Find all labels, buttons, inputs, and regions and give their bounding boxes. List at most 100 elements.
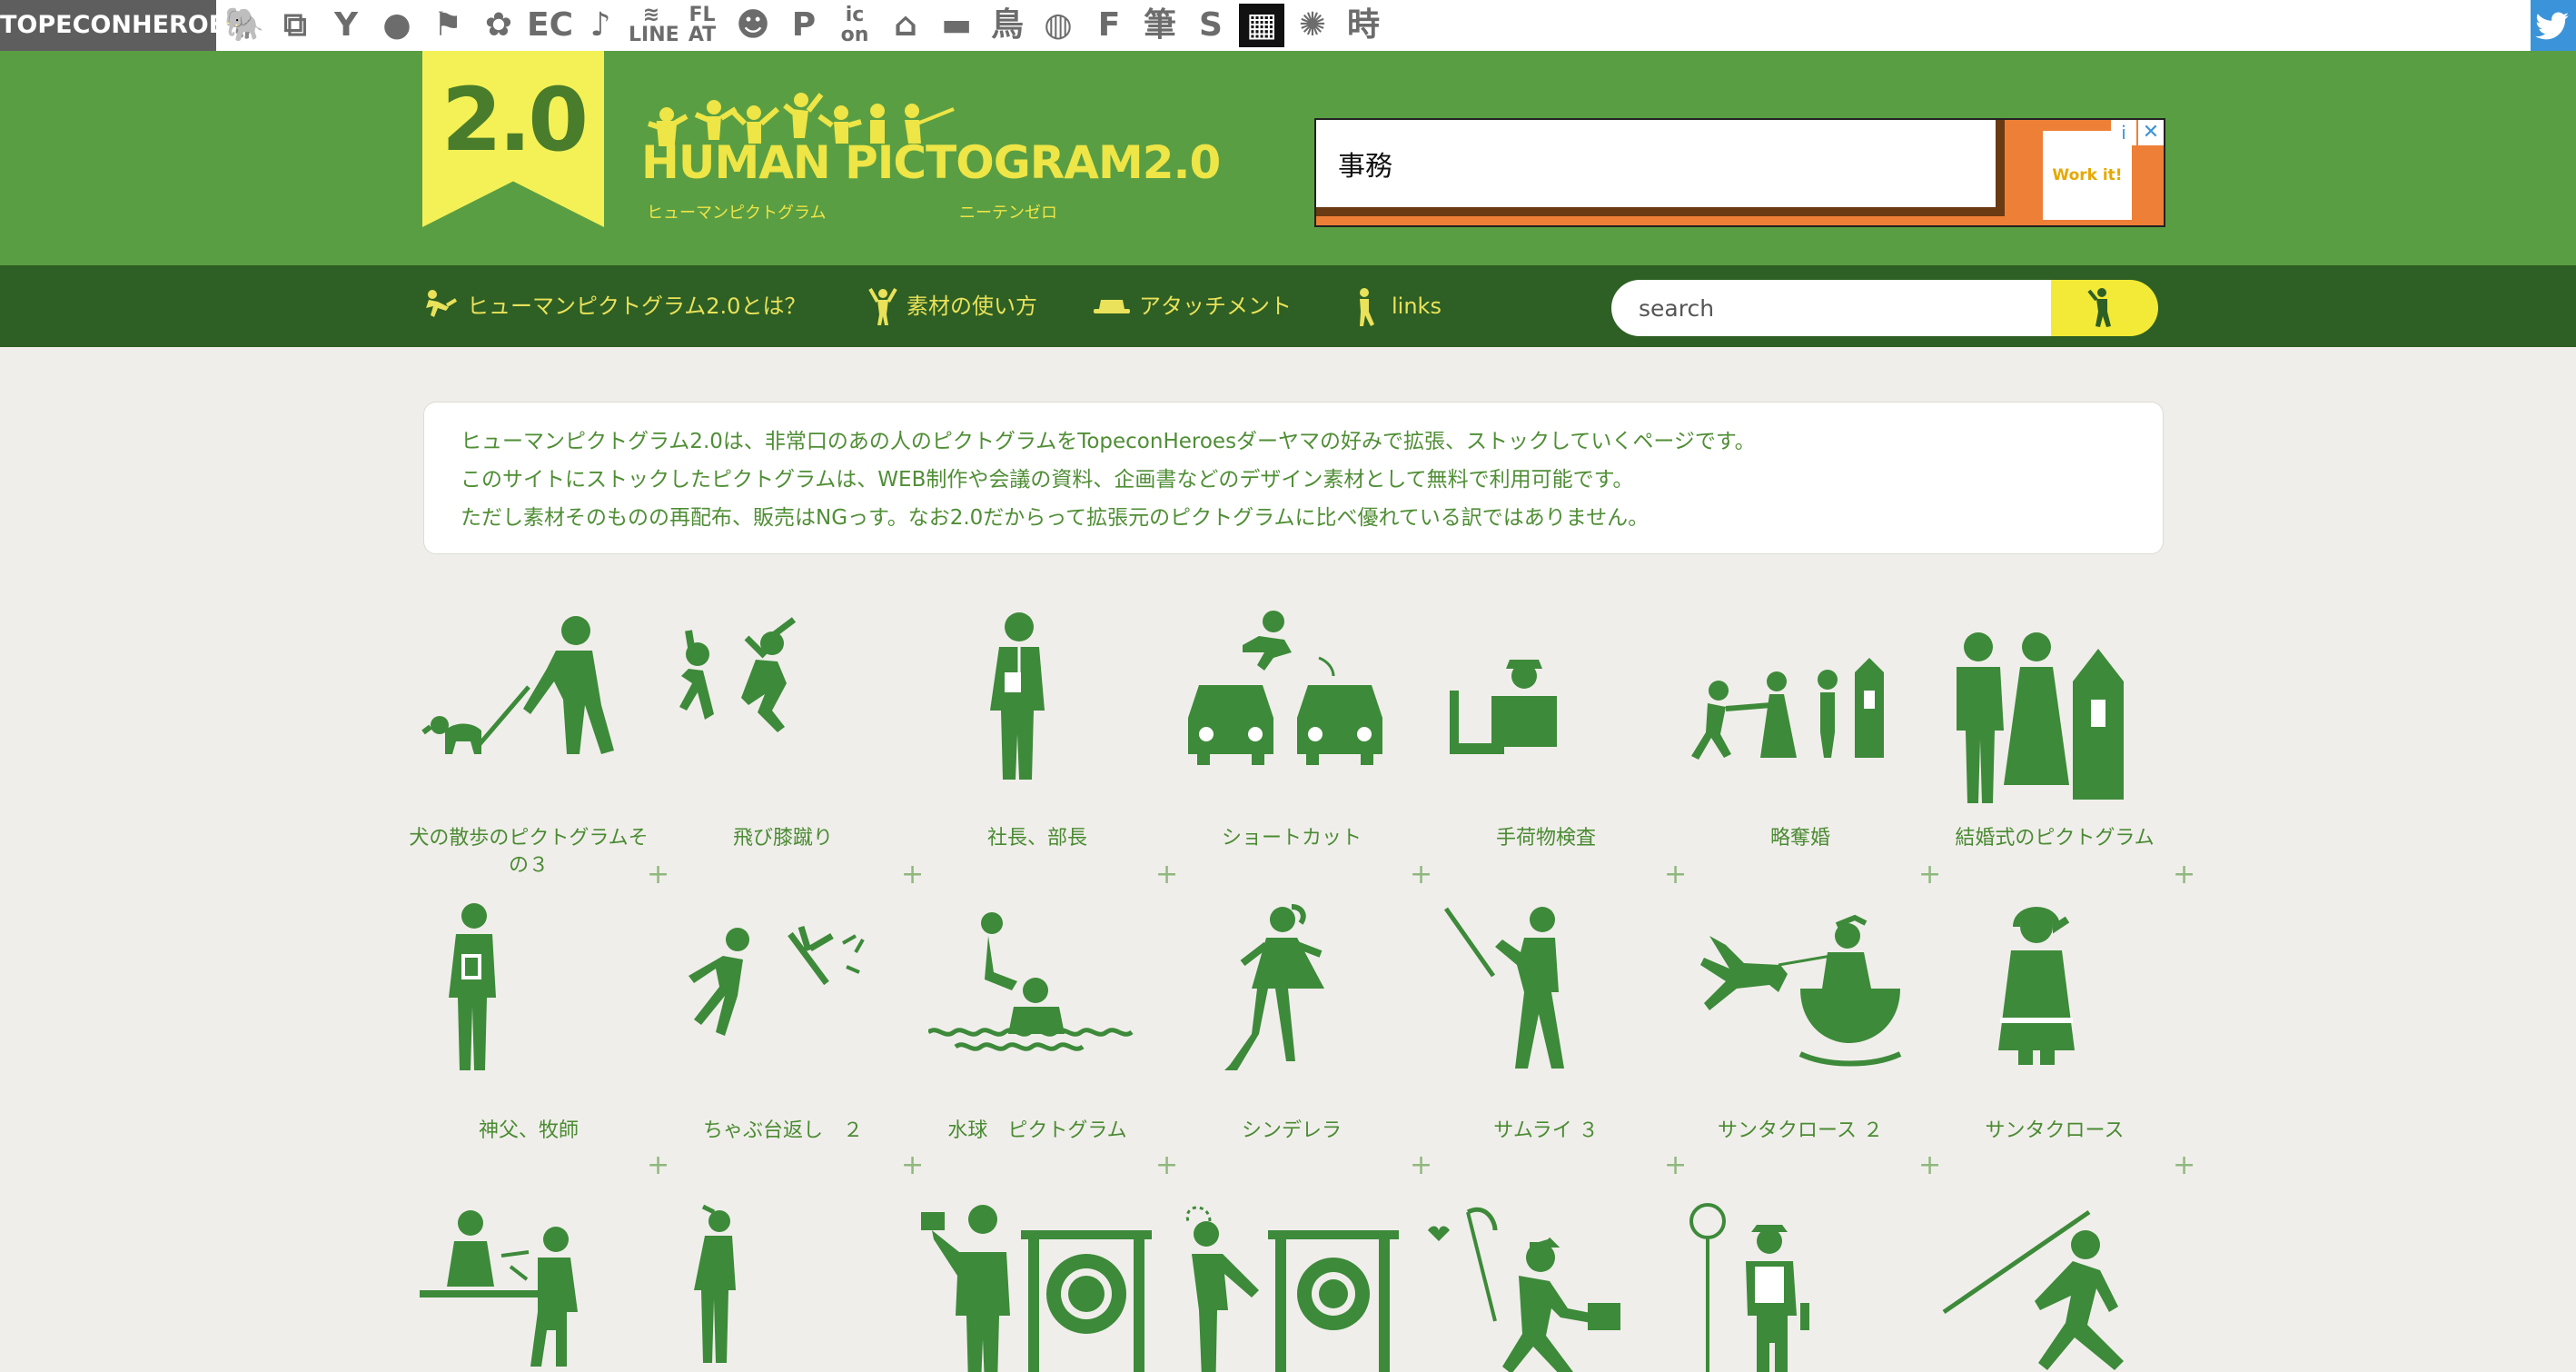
pictogram-card[interactable]: [919, 1203, 1155, 1372]
music-note-icon[interactable]: ♪: [578, 4, 623, 47]
pictogram-card[interactable]: シンデレラ: [1174, 900, 1410, 1181]
s-icon[interactable]: S: [1188, 4, 1234, 47]
pictogram-caption[interactable]: 水球 ピクトグラム: [910, 1118, 1164, 1145]
ad-info-icon[interactable]: i: [2111, 120, 2136, 145]
pictogram-caption[interactable]: 神父、牧師: [401, 1118, 656, 1145]
pictogram-card[interactable]: 飛び膝蹴り: [665, 609, 901, 889]
speech-bubble-icon[interactable]: ●: [374, 4, 420, 47]
pictogram-image[interactable]: [1437, 609, 1655, 809]
pictogram-caption[interactable]: 結婚式のピクトグラム: [1927, 825, 2182, 852]
intro-line: ただし素材そのものの再配布、販売はNGっす。なお2.0だからって拡張元のピクトグ…: [461, 506, 1650, 530]
pictogram-image[interactable]: [411, 1203, 647, 1372]
add-icon[interactable]: +: [2173, 1152, 2195, 1179]
time-kanji-icon[interactable]: 時: [1341, 4, 1386, 47]
pictogram-caption[interactable]: 飛び膝蹴り: [656, 825, 910, 852]
pictogram-card[interactable]: 手荷物検査: [1428, 609, 1664, 889]
pictogram-image[interactable]: [1183, 609, 1401, 809]
pictogram-image[interactable]: [1946, 609, 2164, 809]
pictogram-image[interactable]: [420, 900, 638, 1099]
pictogram-image[interactable]: [919, 1203, 1155, 1372]
pictogram-card[interactable]: [665, 1203, 901, 1372]
pictogram-card[interactable]: 結婚式のピクトグラム: [1937, 609, 2173, 889]
pictogram-card[interactable]: [1174, 1203, 1410, 1372]
pictogram-card[interactable]: 水球 ピクトグラム: [919, 900, 1155, 1181]
pictogram-caption[interactable]: 犬の散歩のピクトグラムその３: [401, 825, 656, 880]
logo-title: HUMAN PICTOGRAM2.0: [641, 136, 1221, 189]
pictogram-card[interactable]: サムライ ３: [1428, 900, 1664, 1181]
f-icon[interactable]: F: [1086, 4, 1132, 47]
cheer-figure-icon: [868, 288, 897, 325]
pictogram-card[interactable]: 略奪婚: [1682, 609, 1918, 889]
pictogram-card[interactable]: [1428, 1203, 1664, 1372]
pictogram-caption[interactable]: サンタクロース ２: [1673, 1118, 1927, 1145]
pictogram-card[interactable]: ちゃぶ台返し ２: [665, 900, 901, 1181]
pictogram-image[interactable]: [928, 609, 1146, 809]
ad-text-box[interactable]: 事務: [1316, 120, 2005, 216]
pictogram-image[interactable]: [1937, 1203, 2173, 1372]
advertisement-banner[interactable]: 事務 Work it! i ✕: [1314, 118, 2165, 227]
starburst-icon[interactable]: ✺: [1290, 4, 1335, 47]
figure-icon[interactable]: Y: [323, 4, 369, 47]
nav-about[interactable]: ヒューマンピクトグラム2.0とは？: [467, 265, 806, 347]
pictogram-card[interactable]: [411, 1203, 647, 1372]
parking-icon[interactable]: P: [781, 4, 827, 47]
kick-figure-icon: [426, 290, 458, 317]
pictogram-card[interactable]: 神父、牧師: [411, 900, 647, 1181]
nav-links[interactable]: links: [1392, 265, 1442, 347]
pictogram-card[interactable]: サンタクロース ２: [1682, 900, 1918, 1181]
pictogram-caption[interactable]: ショートカット: [1164, 825, 1419, 852]
pictogram-image[interactable]: [928, 900, 1146, 1099]
nav-attachment[interactable]: アタッチメント: [1139, 265, 1292, 347]
pictogram-image[interactable]: [1691, 900, 1909, 1099]
flat-icon[interactable]: FL AT: [679, 4, 725, 49]
pictogram-image[interactable]: [1437, 900, 1655, 1099]
pictogram-image[interactable]: [674, 900, 892, 1099]
site-header: 2.0 HUMAN PICTOGRAM2.0 ヒューマンピクトグラム ニーテンゼ…: [0, 51, 2576, 265]
pictogram-caption[interactable]: ちゃぶ台返し ２: [656, 1118, 910, 1145]
pictogram-image[interactable]: [1183, 900, 1401, 1099]
add-icon[interactable]: +: [2173, 861, 2195, 889]
logo-subtitle-left: ヒューマンピクトグラム: [647, 204, 827, 223]
pictogram-card[interactable]: 社長、部長: [919, 609, 1155, 889]
pictogram-card[interactable]: [1937, 1203, 2173, 1372]
pictogram-caption[interactable]: 社長、部長: [910, 825, 1164, 852]
elephant-icon[interactable]: 🐘: [222, 4, 267, 47]
circle-pattern-icon[interactable]: ◍: [1035, 4, 1081, 47]
windows-icon[interactable]: ⧉: [272, 4, 318, 47]
pictogram-image[interactable]: [674, 609, 892, 809]
pictogram-card[interactable]: [1682, 1203, 1918, 1372]
pictogram-image[interactable]: [1691, 609, 1909, 809]
top-bar: TOPECONHEROES 🐘 ⧉ Y ● ⚑ ✿ EC ♪ ≋ LINE FL AT ☻ Pic o…: [0, 0, 2576, 51]
icon-on-icon[interactable]: ic on: [832, 4, 877, 49]
nav-usage[interactable]: 素材の使い方: [907, 265, 1037, 347]
pictogram-caption[interactable]: サンタクロース: [1927, 1118, 2182, 1145]
pictogram-caption[interactable]: シンデレラ: [1164, 1118, 1419, 1145]
pictogram-card[interactable]: ショートカット: [1174, 609, 1410, 889]
pictogram-image[interactable]: [1682, 1203, 1918, 1372]
bird-kanji-icon[interactable]: 鳥: [985, 4, 1030, 47]
ad-close-icon[interactable]: ✕: [2138, 120, 2164, 145]
pictogram-caption[interactable]: サムライ ３: [1419, 1118, 1673, 1145]
pictogram-image[interactable]: [1174, 1203, 1410, 1372]
pictogram-image[interactable]: [1428, 1203, 1664, 1372]
pictogram-image[interactable]: [1946, 900, 2164, 1099]
pictogram-image[interactable]: [420, 609, 638, 809]
twitter-icon[interactable]: [2531, 0, 2576, 51]
flower-icon[interactable]: ✿: [476, 4, 521, 47]
flag-icon[interactable]: ⚑: [425, 4, 471, 47]
brush-kanji-icon[interactable]: 筆: [1137, 4, 1183, 47]
brand-link[interactable]: TOPECONHEROES: [0, 0, 243, 51]
pictogram-caption[interactable]: 略奪婚: [1673, 825, 1927, 852]
ec-icon[interactable]: EC: [527, 4, 573, 47]
grid-icon[interactable]: ▦: [1239, 4, 1284, 47]
search-button[interactable]: [2051, 280, 2158, 336]
house-icon[interactable]: ⌂: [883, 4, 928, 47]
pictogram-caption[interactable]: 手荷物検査: [1419, 825, 1673, 852]
search-input[interactable]: [1611, 280, 2055, 336]
smiley-icon[interactable]: ☻: [730, 4, 776, 47]
pictogram-card[interactable]: 犬の散歩のピクトグラムその３: [409, 609, 649, 889]
bar-icon[interactable]: ▬: [934, 4, 979, 47]
line-icon[interactable]: ≋ LINE: [629, 4, 679, 49]
pictogram-card[interactable]: サンタクロース: [1937, 900, 2173, 1181]
pictogram-image[interactable]: [665, 1203, 901, 1372]
